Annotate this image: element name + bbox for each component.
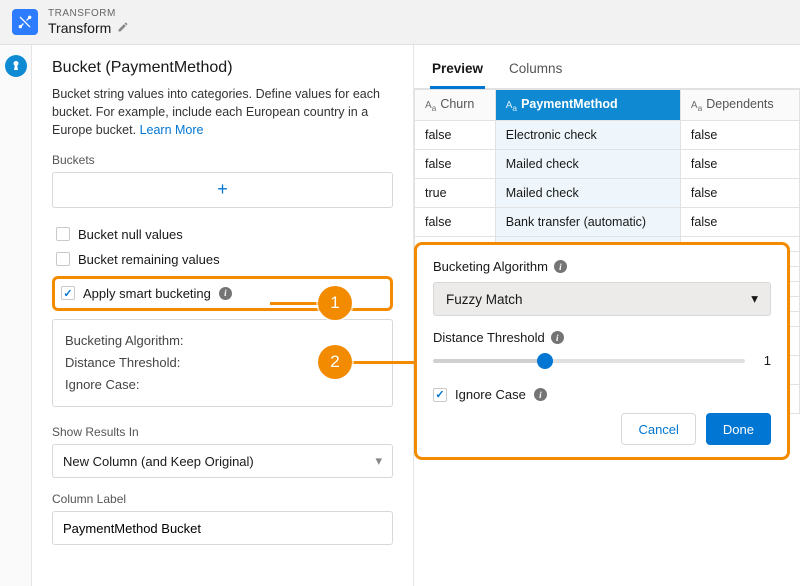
panel-title: Bucket (PaymentMethod): [52, 59, 393, 77]
col-header-dependents[interactable]: AaDependents: [680, 89, 799, 120]
algorithm-popup: Bucketing Algorithm i Fuzzy Match ▾ Dist…: [414, 242, 790, 460]
bucket-null-label: Bucket null values: [78, 227, 183, 242]
grid-cell: false: [680, 178, 799, 207]
header-title: Transform: [48, 20, 111, 36]
slider-thumb[interactable]: [537, 353, 553, 369]
callout-1: 1: [318, 286, 352, 320]
grid-cell: Bank transfer (automatic): [495, 207, 680, 236]
distance-value: 1: [757, 353, 771, 368]
grid-cell: Mailed check: [495, 149, 680, 178]
edit-title-icon[interactable]: [117, 20, 129, 36]
callout-2: 2: [318, 345, 352, 379]
chevron-down-icon: ▾: [375, 453, 382, 469]
tab-columns[interactable]: Columns: [507, 55, 564, 88]
add-bucket-button[interactable]: +: [52, 172, 393, 208]
column-label-input[interactable]: [52, 511, 393, 545]
done-button[interactable]: Done: [706, 413, 771, 445]
bucket-remaining-checkbox[interactable]: [56, 252, 70, 266]
col-header-paymentmethod[interactable]: AaPaymentMethod: [495, 89, 680, 120]
smart-bucketing-label: Apply smart bucketing: [83, 286, 211, 301]
panel-description: Bucket string values into categories. De…: [52, 85, 393, 139]
grid-cell: false: [415, 149, 496, 178]
node-icon[interactable]: [5, 55, 27, 77]
grid-cell: true: [415, 178, 496, 207]
bucket-null-checkbox[interactable]: [56, 227, 70, 241]
ignore-case-label: Ignore Case: [455, 387, 526, 402]
smart-bucketing-checkbox[interactable]: [61, 286, 75, 300]
app-header: TRANSFORM Transform: [0, 0, 800, 45]
tab-preview[interactable]: Preview: [430, 55, 485, 89]
grid-cell: false: [680, 120, 799, 149]
cancel-button[interactable]: Cancel: [621, 413, 695, 445]
grid-cell: false: [680, 149, 799, 178]
popup-algo-label: Bucketing Algorithm: [433, 259, 548, 274]
ignore-case-checkbox[interactable]: [433, 388, 447, 402]
distance-slider[interactable]: [433, 359, 745, 363]
transform-app-icon: [12, 9, 38, 35]
popup-distance-label: Distance Threshold: [433, 330, 545, 345]
grid-cell: false: [680, 207, 799, 236]
info-icon[interactable]: i: [219, 287, 232, 300]
learn-more-link[interactable]: Learn More: [140, 123, 204, 137]
config-panel: Bucket (PaymentMethod) Bucket string val…: [32, 45, 414, 586]
info-icon[interactable]: i: [534, 388, 547, 401]
bucket-remaining-label: Bucket remaining values: [78, 252, 220, 267]
grid-cell: Electronic check: [495, 120, 680, 149]
callout-2-line: [350, 361, 416, 364]
left-rail: [0, 45, 32, 586]
buckets-label: Buckets: [52, 153, 393, 167]
algorithm-select[interactable]: Fuzzy Match ▾: [433, 282, 771, 316]
column-label-label: Column Label: [52, 492, 393, 506]
grid-cell: Mailed check: [495, 178, 680, 207]
grid-cell: false: [415, 207, 496, 236]
info-icon[interactable]: i: [554, 260, 567, 273]
show-results-label: Show Results In: [52, 425, 393, 439]
show-results-select[interactable]: New Column (and Keep Original) ▾: [52, 444, 393, 478]
callout-1-line: [270, 302, 320, 305]
col-header-churn[interactable]: AaChurn: [415, 89, 496, 120]
info-icon[interactable]: i: [551, 331, 564, 344]
chevron-down-icon: ▾: [751, 291, 758, 307]
grid-cell: false: [415, 120, 496, 149]
header-section: TRANSFORM: [48, 8, 129, 20]
